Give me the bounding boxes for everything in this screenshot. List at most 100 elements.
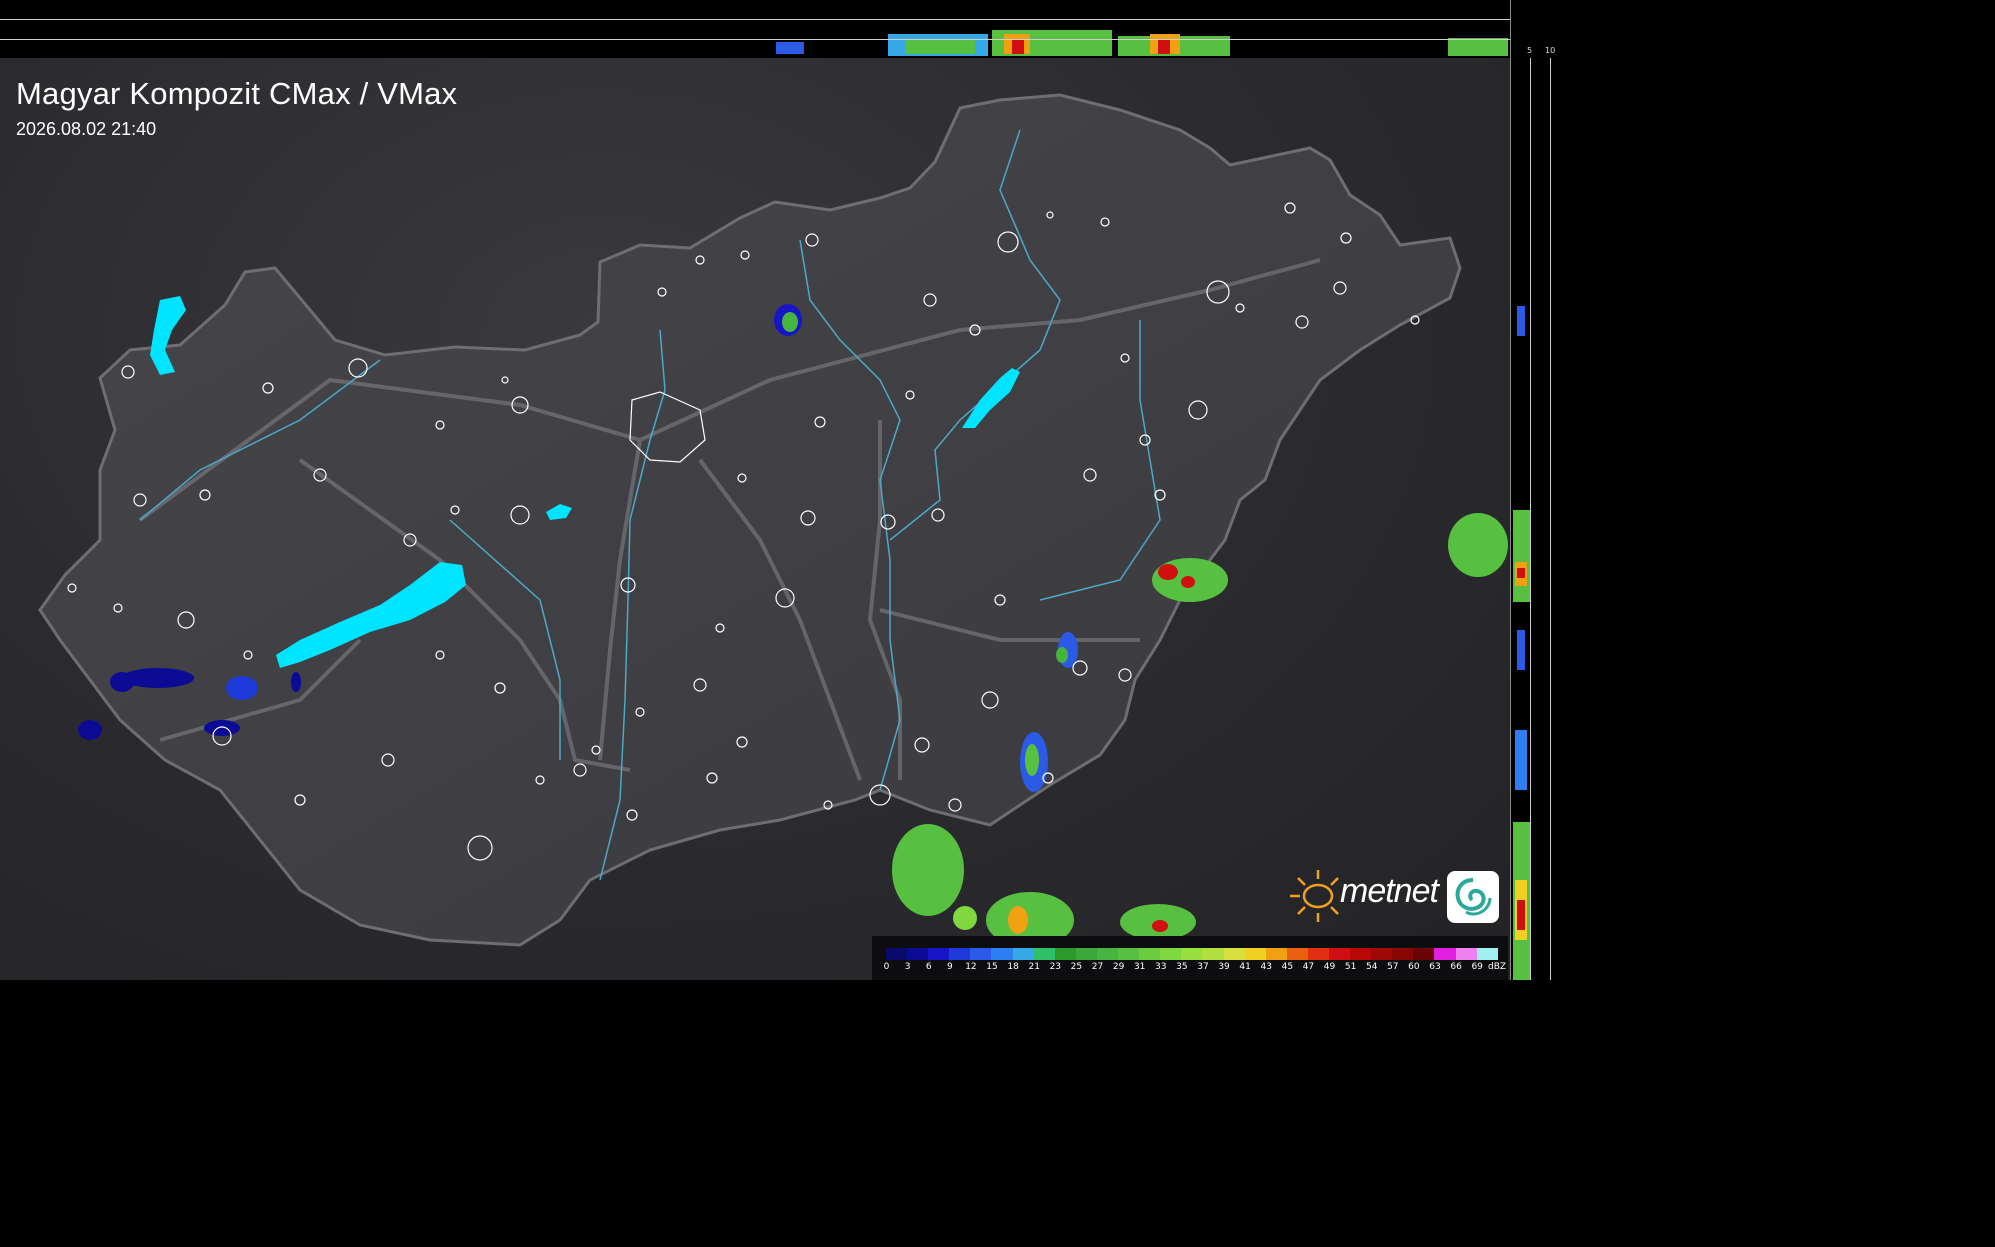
- legend-swatch: [1328, 948, 1351, 960]
- map-title: Magyar Kompozit CMax / VMax: [16, 76, 458, 111]
- legend-label: 63: [1429, 962, 1441, 972]
- legend-swatch: [1139, 948, 1161, 960]
- legend-label: 9: [946, 962, 953, 972]
- legend-swatch: [1160, 948, 1182, 960]
- legend-swatch: [1054, 948, 1076, 960]
- legend-swatch: [1202, 948, 1224, 960]
- top-profile-echoes: [776, 30, 1508, 56]
- legend-color-bar: [886, 948, 1498, 960]
- precipitation-cell: [1448, 513, 1508, 577]
- legend-label: 3: [904, 962, 911, 972]
- precipitation-cell: [226, 676, 258, 700]
- precipitation-cell: [291, 672, 301, 692]
- profile-tick-label: 10: [1545, 46, 1556, 55]
- legend-unit: dBZ: [1488, 962, 1507, 972]
- profile-echo: [1515, 730, 1527, 790]
- legend-label: 37: [1197, 962, 1209, 972]
- precipitation-cell: [204, 720, 240, 736]
- legend-swatch: [970, 948, 992, 960]
- legend-swatch: [1244, 948, 1266, 960]
- dbz-legend: 0 3 6 9 12 15 18 21 23 25 27 29 31 33 35 37 39 41 43 45 47 49…: [872, 936, 1508, 980]
- legend-label: 21: [1028, 962, 1040, 972]
- legend-label: 31: [1133, 962, 1146, 972]
- legend-swatch: [1392, 948, 1414, 960]
- precipitation-cell: [1181, 576, 1195, 588]
- legend-label: 27: [1091, 962, 1104, 972]
- precipitation-cell: [892, 824, 964, 916]
- precipitation-cell: [78, 720, 102, 740]
- side-vertical-profile: 5 10: [1510, 0, 1569, 980]
- legend-label: 54: [1365, 962, 1378, 972]
- legend-swatch: [1096, 948, 1119, 960]
- legend-label: 39: [1218, 962, 1230, 972]
- legend-swatch: [1455, 948, 1477, 960]
- legend-label: 12: [965, 962, 977, 972]
- legend-label: 33: [1155, 962, 1167, 972]
- top-vertical-profile: 10 5: [0, 0, 1522, 59]
- precipitation-cell: [782, 312, 798, 332]
- legend-swatch: [1075, 948, 1097, 960]
- legend-label: 6: [925, 962, 932, 972]
- legend-swatch: [928, 948, 950, 960]
- profile-gridline: [1550, 58, 1551, 980]
- profile-echo: [776, 42, 804, 54]
- legend-label: 15: [986, 962, 998, 972]
- legend-swatch: [1413, 948, 1435, 960]
- sun-icon: [1290, 870, 1339, 922]
- swirl-icon: [1447, 871, 1499, 923]
- legend-swatch: [1371, 948, 1393, 960]
- legend-swatch: [907, 948, 929, 960]
- legend-label: 57: [1387, 962, 1399, 972]
- legend-label: 69: [1471, 962, 1483, 972]
- legend-label: 25: [1070, 962, 1083, 972]
- country-area: [38, 93, 1462, 947]
- precipitation-cell: [1158, 564, 1178, 580]
- legend-swatch: [1286, 948, 1308, 960]
- legend-swatch: [1265, 948, 1287, 960]
- legend-swatch: [1434, 948, 1456, 960]
- side-profile-echoes: [1513, 306, 1531, 980]
- legend-label: 41: [1239, 962, 1251, 972]
- precipitation-cell: [1152, 920, 1168, 932]
- map-canvas: [38, 93, 1508, 948]
- profile-echo: [1012, 40, 1024, 54]
- profile-tick-label: 5: [1527, 46, 1533, 55]
- legend-labels: 0 3 6 9 12 15 18 21 23 25 27 29 31 33 35 37 39 41 43 45 47 49…: [876, 962, 1488, 972]
- legend-label: 60: [1408, 962, 1420, 972]
- profile-echo: [1513, 510, 1531, 602]
- legend-swatch: [949, 948, 971, 960]
- legend-label: 49: [1323, 962, 1336, 972]
- precipitation-cell: [110, 672, 134, 692]
- precipitation-cell: [1025, 744, 1039, 776]
- legend-label: 51: [1344, 962, 1357, 972]
- legend-label: 35: [1176, 962, 1188, 972]
- legend-swatch: [1012, 948, 1034, 960]
- legend-swatch: [1307, 948, 1329, 960]
- profile-echo: [1517, 900, 1525, 930]
- legend-label: 45: [1281, 962, 1294, 972]
- profile-gridline: [0, 39, 1510, 40]
- profile-echo: [905, 40, 975, 54]
- legend-swatch: [1350, 948, 1372, 960]
- radar-map[interactable]: Magyar Kompozit CMax / VMax 2026.08.02 2…: [0, 58, 1510, 980]
- legend-label: 29: [1112, 962, 1125, 972]
- legend-swatch: [1033, 948, 1055, 960]
- brand-name: metnet: [1340, 872, 1439, 910]
- profile-gridline: [0, 19, 1510, 20]
- precipitation-cell: [953, 906, 977, 930]
- metnet-logo: metnet: [1284, 866, 1502, 926]
- legend-swatch: [1118, 948, 1140, 960]
- profile-echo: [1158, 40, 1170, 54]
- legend-swatch: [886, 948, 908, 960]
- legend-swatch: [991, 948, 1013, 960]
- legend-label: 66: [1450, 962, 1462, 972]
- legend-label: 0: [883, 962, 890, 972]
- profile-echo: [1517, 306, 1525, 336]
- profile-echo: [1517, 630, 1525, 670]
- precipitation-cell: [1008, 906, 1028, 934]
- profile-echo: [1517, 568, 1525, 578]
- legend-swatch: [1476, 948, 1498, 960]
- legend-swatch: [1181, 948, 1203, 960]
- legend-label: 23: [1049, 962, 1062, 972]
- precipitation-cell: [1056, 647, 1068, 663]
